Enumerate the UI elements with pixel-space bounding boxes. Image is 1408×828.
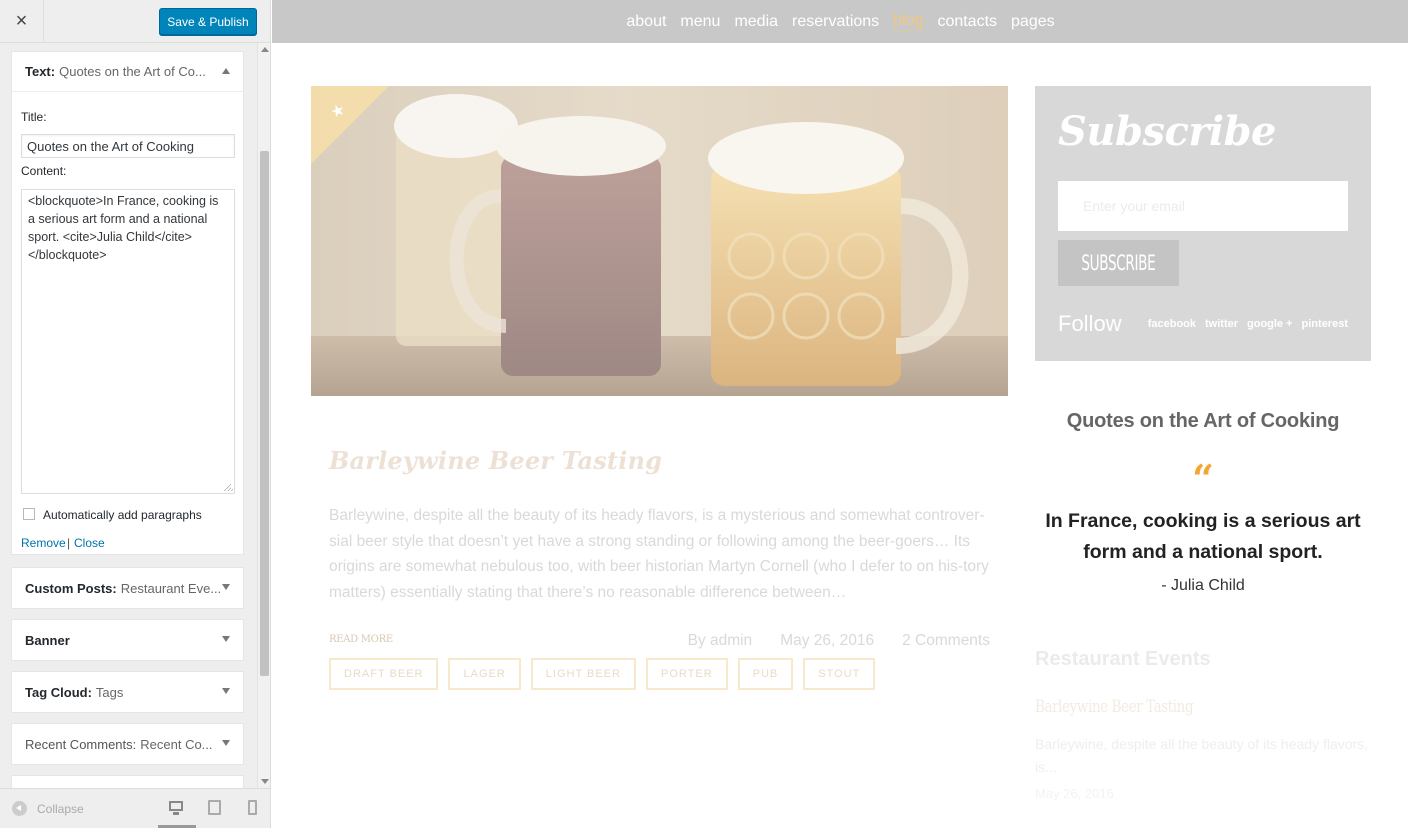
nav-menu[interactable]: menu [680,13,720,31]
recent-comments-widget[interactable]: Recent Comments: Recent Co... [11,723,244,765]
tag-link[interactable]: LIGHT BEER [530,658,636,690]
post-meta: By admin May 26, 2016 2 Comments [688,632,990,650]
autop-label: Automatically add paragraphs [43,508,202,522]
email-input[interactable] [1058,181,1348,231]
subscribe-button-label: SUBSCRIBE [1081,251,1156,275]
twitter-link[interactable]: twitter [1205,318,1238,330]
sidebar-scrollbar[interactable] [257,43,270,788]
nav-blog[interactable]: blog [893,12,924,31]
read-more-link[interactable]: READ MORE [329,634,393,645]
nav-media[interactable]: media [734,13,778,31]
subscribe-button[interactable]: SUBSCRIBE [1058,240,1179,286]
widget-type-label: Banner [25,632,70,648]
post-comments[interactable]: 2 Comments [902,632,990,650]
tag-link[interactable]: LAGER [448,658,521,690]
widget-title-summary: Quotes on the Art of Co... [59,64,206,79]
desktop-icon[interactable] [168,800,184,815]
customizer-sidebar: × Save & Publish Text: Quotes on the Art… [0,0,271,828]
nav-reservations[interactable]: reservations [792,13,879,31]
widget-title-summary: Recent Co... [140,736,213,752]
banner-widget[interactable]: Banner [11,619,244,661]
customizer-footer: Collapse [0,788,270,828]
close-link[interactable]: Close [74,536,105,550]
scroll-down-icon[interactable] [261,779,269,784]
resize-handle-icon[interactable] [224,482,233,491]
widget-type-label: Tag Cloud: [25,684,92,700]
mobile-icon[interactable] [248,800,257,815]
follow-label: Follow [1058,311,1122,336]
social-links: facebook twitter google + pinterest [1148,318,1348,330]
autop-checkbox[interactable] [23,508,35,520]
tag-link[interactable]: STOUT [803,658,876,690]
title-label: Title: [21,110,47,124]
expand-arrow-icon[interactable] [222,740,230,746]
event-excerpt: Barleywine, despite all the beauty of it… [1035,736,1369,775]
post-date[interactable]: May 26, 2016 [780,632,874,650]
text-widget: Text: Quotes on the Art of Co... Title: … [11,51,244,555]
google-plus-link[interactable]: google + [1247,318,1293,330]
tag-link[interactable]: PUB [737,658,794,690]
content-label: Content: [21,164,67,178]
widget-title-summary: Restaurant Eve... [120,580,222,596]
custom-posts-widget[interactable]: Custom Posts: Restaurant Eve... [11,567,244,609]
nav-contacts[interactable]: contacts [937,13,997,31]
scroll-up-icon[interactable] [261,47,269,52]
collapse-icon[interactable] [12,801,27,816]
collapse-label[interactable]: Collapse [37,802,84,816]
expand-arrow-icon[interactable] [222,636,230,642]
quote-widget-title: Quotes on the Art of Cooking [1066,410,1340,432]
facebook-link[interactable]: facebook [1148,318,1196,330]
tag-link[interactable]: DRAFT BEER [329,658,439,690]
widget-type-label: Recent Comments: [25,736,137,752]
tag-link[interactable]: PORTER [646,658,728,690]
remove-link[interactable]: Remove [21,536,66,550]
post-excerpt: Barleywine, despite all the beauty of it… [329,507,989,601]
subscribe-widget: Subscribe SUBSCRIBE Follow facebook twit… [1035,86,1371,361]
post-tags: DRAFT BEER LAGER LIGHT BEER PORTER PUB S… [329,658,876,690]
link-separator: | [67,536,71,550]
collapse-arrow-icon[interactable] [222,68,230,74]
scroll-thumb[interactable] [260,151,269,676]
quote-text: In France, cooking is a serious art form… [1045,510,1361,563]
nav-about[interactable]: about [626,13,666,31]
tag-cloud-widget[interactable]: Tag Cloud: Tags [11,671,244,713]
widget-type-label: Custom Posts: [25,580,117,596]
expand-arrow-icon[interactable] [222,584,230,590]
customizer-header: × Save & Publish [0,0,270,43]
post-author[interactable]: By admin [688,632,753,650]
pinterest-link[interactable]: pinterest [1302,318,1348,330]
content-textarea[interactable]: <blockquote>In France, cooking is a seri… [21,189,235,494]
expand-arrow-icon[interactable] [222,688,230,694]
widget-type-label: Text: [25,64,56,79]
site-preview: about menu media reservations blog conta… [272,0,1408,828]
events-widget-title: Restaurant Events [1035,648,1211,670]
save-publish-button[interactable]: Save & Publish [159,8,257,35]
tablet-icon[interactable] [208,800,221,815]
post-title[interactable]: Barleywine Beer Tasting [329,446,662,475]
post-featured-image[interactable]: ★ [311,86,1008,396]
widget-title-summary: Tags [95,684,124,700]
next-widget-partial[interactable] [11,775,244,788]
beer-mugs-image [311,86,1008,396]
subscribe-title: Subscribe [1058,108,1277,155]
quote-mark-icon: “ [1192,456,1214,501]
close-customizer-button[interactable]: × [0,0,44,42]
event-date: May 26, 2016 [1035,786,1114,801]
text-widget-header[interactable]: Text: Quotes on the Art of Co... [12,52,243,92]
event-title-link[interactable]: Barleywine Beer Tasting [1035,697,1194,717]
title-input[interactable] [21,134,235,158]
widgets-panel: Text: Quotes on the Art of Co... Title: … [0,43,258,788]
nav-pages[interactable]: pages [1011,13,1055,31]
main-navigation: about menu media reservations blog conta… [272,0,1408,43]
quote-cite: - Julia Child [1161,577,1245,594]
featured-ribbon [311,86,389,164]
